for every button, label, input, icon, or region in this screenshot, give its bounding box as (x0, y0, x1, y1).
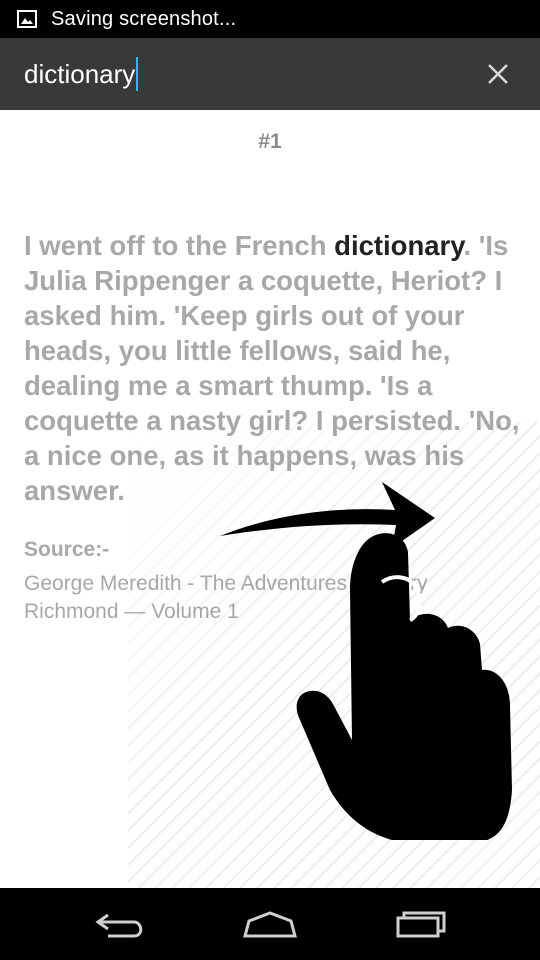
result-card: #1 I went off to the French dictionary. … (0, 110, 540, 888)
quote-highlight: dictionary (334, 230, 464, 261)
status-bar: Saving screenshot... (0, 0, 540, 38)
back-icon[interactable] (90, 906, 150, 942)
swipe-gesture-hand-icon (210, 470, 530, 842)
recent-apps-icon[interactable] (390, 906, 450, 942)
home-icon[interactable] (240, 906, 300, 942)
result-number: #1 (258, 130, 282, 153)
search-query: dictionary (24, 58, 136, 89)
navigation-bar (0, 888, 540, 960)
search-bar: dictionary (0, 38, 540, 110)
image-icon (17, 10, 37, 28)
source-label: Source:- (24, 538, 110, 561)
status-notification-text: Saving screenshot... (51, 7, 237, 30)
quote-before: I went off to the French (24, 230, 335, 261)
text-cursor (136, 57, 139, 91)
close-icon[interactable] (486, 62, 510, 86)
search-input[interactable]: dictionary (24, 57, 139, 91)
